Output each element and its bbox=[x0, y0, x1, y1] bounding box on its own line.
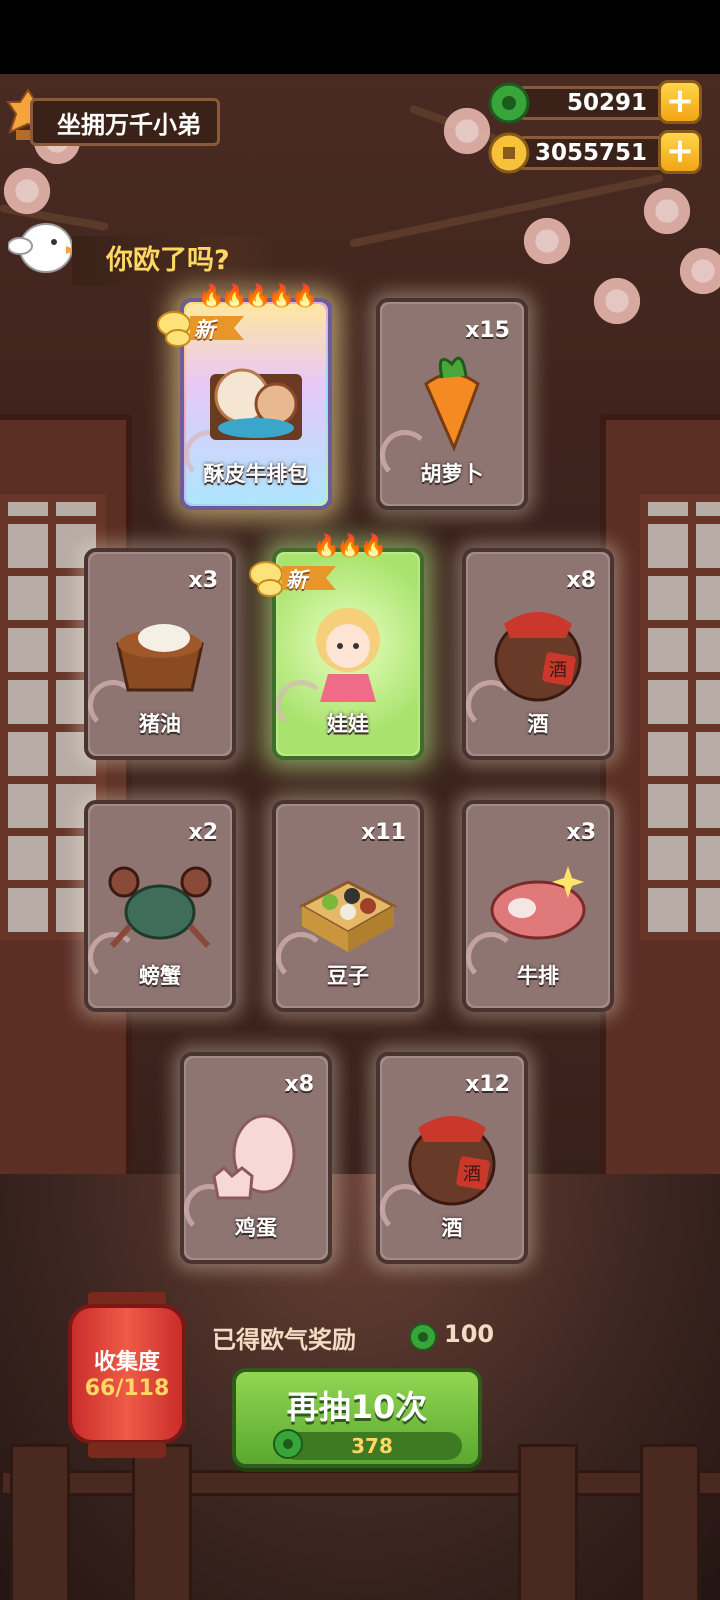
pastry-steak-bun-icon bbox=[210, 368, 302, 440]
item-card[interactable]: 酒 x8 酒 bbox=[462, 548, 614, 760]
draw-again-label: 再抽10次 bbox=[286, 1388, 428, 1426]
blossom-branch bbox=[349, 173, 664, 248]
new-label: 新 bbox=[194, 318, 215, 342]
blossom bbox=[640, 184, 694, 238]
jar-label-text: 酒 bbox=[463, 1164, 481, 1185]
carrot-icon bbox=[424, 356, 480, 452]
gold-coin-icon bbox=[488, 132, 530, 174]
new-badge: 新 bbox=[246, 558, 340, 598]
jade-amount: 50291 bbox=[508, 86, 680, 120]
item-card[interactable]: x8 鸡蛋 bbox=[180, 1052, 332, 1264]
crab-icon bbox=[108, 866, 212, 949]
item-card[interactable]: 酒 x12 酒 bbox=[376, 1052, 528, 1264]
item-card[interactable]: x3 猪油 bbox=[84, 548, 236, 760]
blossom bbox=[520, 214, 574, 268]
card-count: x3 bbox=[566, 820, 597, 845]
card-name: 酒 bbox=[527, 712, 549, 736]
draw-again-button[interactable]: 再抽10次 378 bbox=[232, 1368, 482, 1468]
jar-label-text: 酒 bbox=[549, 660, 567, 681]
rarity-flames-icon: 🔥🔥🔥 bbox=[312, 534, 387, 559]
card-name: 豆子 bbox=[327, 964, 369, 988]
lantern-base bbox=[88, 1442, 166, 1458]
add-jade-button[interactable]: + bbox=[658, 80, 702, 124]
item-card[interactable]: x11 豆子 bbox=[272, 800, 424, 1012]
collection-lantern-button[interactable]: 收集度 66/118 bbox=[68, 1292, 186, 1458]
item-card[interactable]: x2 螃蟹 bbox=[84, 800, 236, 1012]
blossom bbox=[0, 164, 54, 218]
eggs-icon bbox=[212, 1114, 296, 1200]
status-bar-area bbox=[0, 0, 720, 74]
reward-value: 100 bbox=[444, 1320, 495, 1348]
item-card[interactable]: x15 胡萝卜 bbox=[376, 298, 528, 510]
jade-currency: 50291 + bbox=[488, 80, 702, 124]
item-card[interactable]: 娃娃 🔥🔥🔥 新 bbox=[249, 534, 424, 760]
card-name: 酥皮牛排包 bbox=[203, 462, 309, 486]
card-count: x3 bbox=[188, 568, 219, 593]
new-badge: 新 bbox=[154, 308, 248, 348]
beans-box-icon bbox=[298, 880, 398, 952]
card-name: 牛排 bbox=[517, 964, 559, 988]
card-count: x8 bbox=[284, 1072, 315, 1097]
wine-jar-icon: 酒 bbox=[494, 612, 582, 702]
jade-gem-icon bbox=[488, 82, 530, 124]
railing-post bbox=[10, 1444, 70, 1600]
reward-label: 已得欧气奖励 bbox=[212, 1326, 356, 1354]
chick-mascot-icon bbox=[8, 223, 76, 273]
card-name: 胡萝卜 bbox=[420, 462, 484, 486]
jade-gem-icon bbox=[409, 1323, 437, 1351]
card-count: x11 bbox=[361, 820, 406, 845]
railing bbox=[0, 1470, 720, 1496]
draw-cost: 378 bbox=[282, 1432, 462, 1460]
item-card[interactable]: x3 牛排 bbox=[462, 800, 614, 1012]
gold-amount: 3055751 bbox=[508, 136, 680, 170]
card-count: x12 bbox=[465, 1072, 510, 1097]
card-count: x15 bbox=[465, 318, 510, 343]
jade-gem-icon bbox=[273, 1429, 303, 1459]
rarity-flames-icon: 🔥🔥🔥🔥🔥 bbox=[197, 284, 319, 309]
player-title-badge[interactable]: 坐拥万千小弟 bbox=[30, 98, 220, 146]
collection-value: 66/118 bbox=[84, 1376, 170, 1401]
blossom bbox=[676, 244, 720, 298]
steak-icon bbox=[490, 866, 586, 940]
lard-bowl-icon bbox=[116, 624, 204, 692]
blossom bbox=[440, 104, 494, 158]
lucky-bubble: 你欧了吗? bbox=[72, 236, 276, 286]
doll-girl-icon bbox=[316, 608, 380, 702]
item-card[interactable]: 酥皮牛排包 🔥🔥🔥🔥🔥 新 bbox=[157, 284, 332, 510]
railing-post bbox=[640, 1444, 700, 1600]
add-gold-button[interactable]: + bbox=[658, 130, 702, 174]
new-label: 新 bbox=[286, 568, 307, 592]
card-name: 猪油 bbox=[139, 712, 181, 736]
card-count: x8 bbox=[566, 568, 597, 593]
card-name: 娃娃 bbox=[327, 712, 369, 736]
card-name: 鸡蛋 bbox=[235, 1216, 277, 1240]
gold-currency: 3055751 + bbox=[488, 130, 702, 174]
railing-post bbox=[518, 1444, 578, 1600]
blossom bbox=[590, 274, 644, 328]
railing-post bbox=[132, 1444, 192, 1600]
card-name: 酒 bbox=[441, 1216, 463, 1240]
card-name: 螃蟹 bbox=[139, 964, 181, 988]
wine-jar-icon: 酒 bbox=[408, 1116, 496, 1206]
right-lattice-window bbox=[640, 494, 720, 940]
card-count: x2 bbox=[188, 820, 219, 845]
collection-label: 收集度 bbox=[93, 1350, 160, 1375]
